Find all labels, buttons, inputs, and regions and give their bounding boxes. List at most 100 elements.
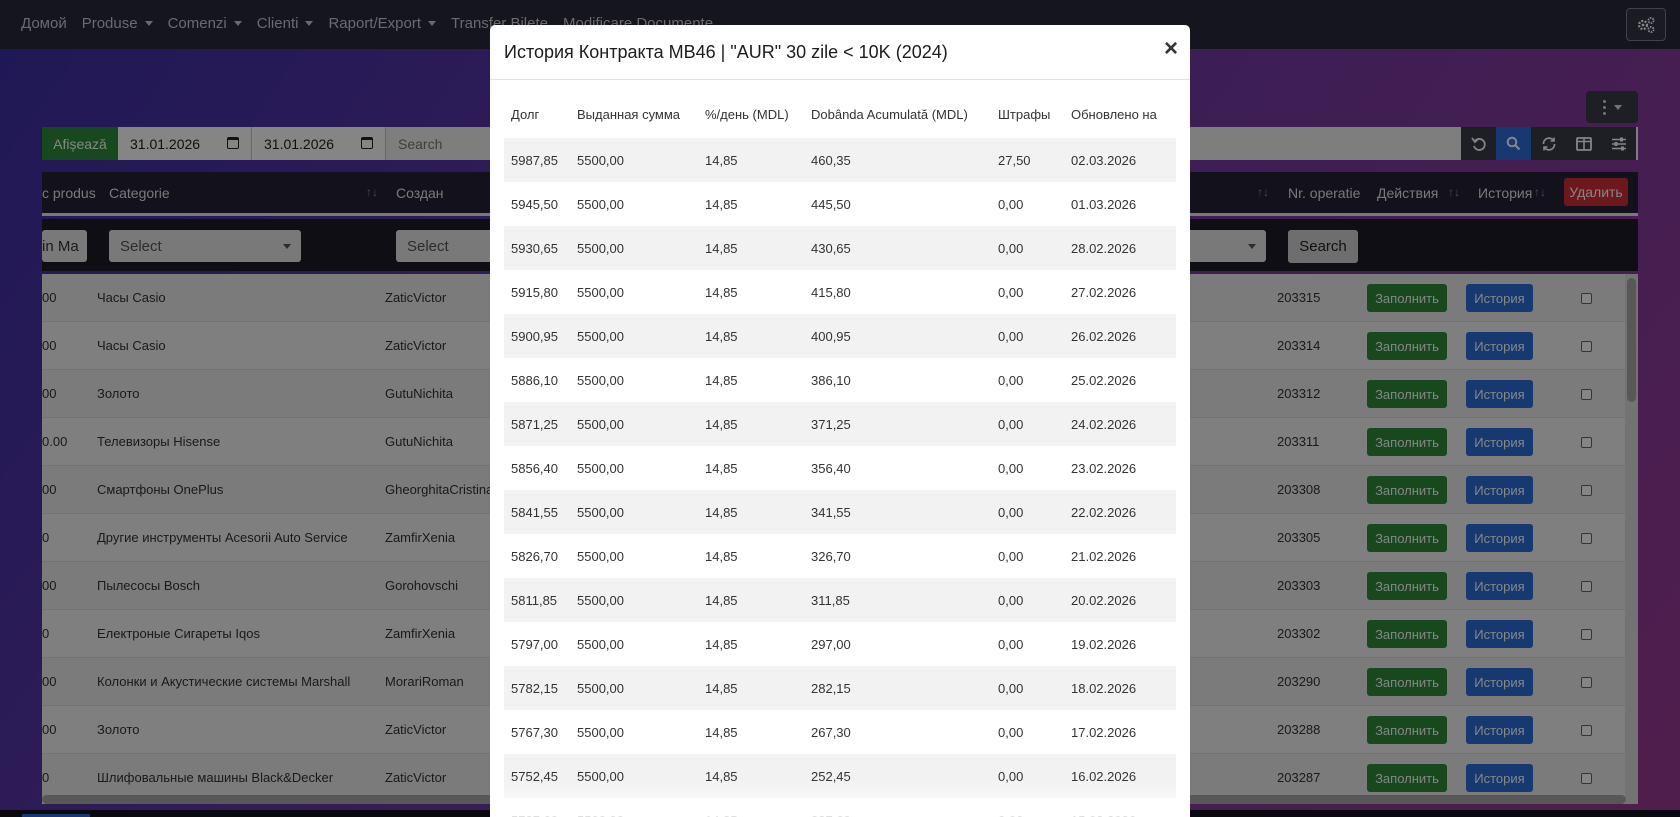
history-rate-cell: 14,85: [705, 197, 738, 212]
history-issued-cell: 5500,00: [577, 241, 624, 256]
history-issued-cell: 5500,00: [577, 153, 624, 168]
history-debt-cell: 5945,50: [511, 197, 558, 212]
history-updated-cell: 22.02.2026: [1071, 505, 1137, 520]
history-updated-cell: 19.02.2026: [1071, 637, 1137, 652]
history-debt-cell: 5930,65: [511, 241, 558, 256]
history-interest-cell: 297,00: [811, 637, 851, 652]
history-rate-cell: 14,85: [705, 461, 738, 476]
col-issued: Выданная сумма: [577, 107, 681, 122]
history-issued-cell: 5500,00: [577, 373, 624, 388]
history-debt-cell: 5900,95: [511, 329, 558, 344]
history-table-body: 5987,85 5500,00 14,85 460,35 27,50 02.03.2026…: [504, 138, 1176, 817]
history-debt-cell: 5797,00: [511, 637, 558, 652]
history-issued-cell: 5500,00: [577, 285, 624, 300]
history-rate-cell: 14,85: [705, 153, 738, 168]
history-debt-cell: 5856,40: [511, 461, 558, 476]
history-debt-cell: 5871,25: [511, 417, 558, 432]
history-rate-cell: 14,85: [705, 549, 738, 564]
history-updated-cell: 21.02.2026: [1071, 549, 1137, 564]
history-interest-cell: 386,10: [811, 373, 851, 388]
history-row: 5826,70 5500,00 14,85 326,70 0,00 21.02.2026: [504, 534, 1176, 578]
history-interest-cell: 400,95: [811, 329, 851, 344]
history-debt-cell: 5767,30: [511, 725, 558, 740]
history-interest-cell: 445,50: [811, 197, 851, 212]
history-fines-cell: 0,00: [998, 417, 1024, 432]
history-interest-cell: 267,30: [811, 725, 851, 740]
history-rate-cell: 14,85: [705, 417, 738, 432]
history-debt-cell: 5987,85: [511, 153, 558, 168]
col-updated: Обновлено на: [1071, 107, 1157, 122]
history-issued-cell: 5500,00: [577, 461, 624, 476]
history-row: 5915,80 5500,00 14,85 415,80 0,00 27.02.2026: [504, 270, 1176, 314]
history-rate-cell: 14,85: [705, 637, 738, 652]
history-updated-cell: 23.02.2026: [1071, 461, 1137, 476]
history-fines-cell: 0,00: [998, 725, 1024, 740]
history-issued-cell: 5500,00: [577, 593, 624, 608]
history-row: 5782,15 5500,00 14,85 282,15 0,00 18.02.2026: [504, 666, 1176, 710]
history-fines-cell: 0,00: [998, 461, 1024, 476]
history-fines-cell: 0,00: [998, 593, 1024, 608]
history-row: 5841,55 5500,00 14,85 341,55 0,00 22.02.2026: [504, 490, 1176, 534]
col-rate: %/день (MDL): [705, 107, 789, 122]
history-fines-cell: 0,00: [998, 549, 1024, 564]
col-interest: Dobânda Acumulată (MDL): [811, 107, 968, 122]
close-icon[interactable]: ×: [1164, 37, 1178, 61]
history-interest-cell: 282,15: [811, 681, 851, 696]
history-fines-cell: 0,00: [998, 681, 1024, 696]
history-row: 5930,65 5500,00 14,85 430,65 0,00 28.02.2026: [504, 226, 1176, 270]
history-updated-cell: 17.02.2026: [1071, 725, 1137, 740]
modal-title: История Контракта MB46 | "AUR" 30 zile <…: [504, 42, 948, 62]
history-rate-cell: 14,85: [705, 329, 738, 344]
scroll-fade: [490, 780, 1190, 817]
history-fines-cell: 0,00: [998, 241, 1024, 256]
history-issued-cell: 5500,00: [577, 197, 624, 212]
history-fines-cell: 27,50: [998, 153, 1031, 168]
history-updated-cell: 20.02.2026: [1071, 593, 1137, 608]
history-row: 5767,30 5500,00 14,85 267,30 0,00 17.02.2026: [504, 710, 1176, 754]
history-debt-cell: 5782,15: [511, 681, 558, 696]
col-debt: Долг: [511, 107, 540, 122]
history-interest-cell: 356,40: [811, 461, 851, 476]
history-interest-cell: 460,35: [811, 153, 851, 168]
history-debt-cell: 5826,70: [511, 549, 558, 564]
history-fines-cell: 0,00: [998, 285, 1024, 300]
history-interest-cell: 371,25: [811, 417, 851, 432]
history-updated-cell: 02.03.2026: [1071, 153, 1137, 168]
history-updated-cell: 26.02.2026: [1071, 329, 1137, 344]
history-interest-cell: 415,80: [811, 285, 851, 300]
history-rate-cell: 14,85: [705, 285, 738, 300]
history-rate-cell: 14,85: [705, 593, 738, 608]
history-issued-cell: 5500,00: [577, 725, 624, 740]
history-interest-cell: 326,70: [811, 549, 851, 564]
history-issued-cell: 5500,00: [577, 681, 624, 696]
history-issued-cell: 5500,00: [577, 549, 624, 564]
history-rate-cell: 14,85: [705, 681, 738, 696]
history-row: 5900,95 5500,00 14,85 400,95 0,00 26.02.2026: [504, 314, 1176, 358]
history-rate-cell: 14,85: [705, 373, 738, 388]
history-updated-cell: 24.02.2026: [1071, 417, 1137, 432]
history-fines-cell: 0,00: [998, 505, 1024, 520]
history-issued-cell: 5500,00: [577, 417, 624, 432]
history-issued-cell: 5500,00: [577, 637, 624, 652]
history-fines-cell: 0,00: [998, 373, 1024, 388]
history-interest-cell: 341,55: [811, 505, 851, 520]
history-row: 5856,40 5500,00 14,85 356,40 0,00 23.02.2026: [504, 446, 1176, 490]
history-debt-cell: 5886,10: [511, 373, 558, 388]
history-debt-cell: 5915,80: [511, 285, 558, 300]
history-row: 5811,85 5500,00 14,85 311,85 0,00 20.02.2026: [504, 578, 1176, 622]
col-fines: Штрафы: [998, 107, 1051, 122]
history-row: 5871,25 5500,00 14,85 371,25 0,00 24.02.2026: [504, 402, 1176, 446]
history-rate-cell: 14,85: [705, 505, 738, 520]
history-debt-cell: 5811,85: [511, 593, 558, 608]
modal-header: История Контракта MB46 | "AUR" 30 zile <…: [490, 25, 1190, 80]
history-row: 5987,85 5500,00 14,85 460,35 27,50 02.03.2026: [504, 138, 1176, 182]
history-updated-cell: 28.02.2026: [1071, 241, 1137, 256]
history-fines-cell: 0,00: [998, 329, 1024, 344]
history-updated-cell: 25.02.2026: [1071, 373, 1137, 388]
contract-history-modal: История Контракта MB46 | "AUR" 30 zile <…: [490, 25, 1190, 817]
history-rate-cell: 14,85: [705, 725, 738, 740]
history-rate-cell: 14,85: [705, 241, 738, 256]
history-issued-cell: 5500,00: [577, 329, 624, 344]
history-updated-cell: 27.02.2026: [1071, 285, 1137, 300]
history-fines-cell: 0,00: [998, 637, 1024, 652]
